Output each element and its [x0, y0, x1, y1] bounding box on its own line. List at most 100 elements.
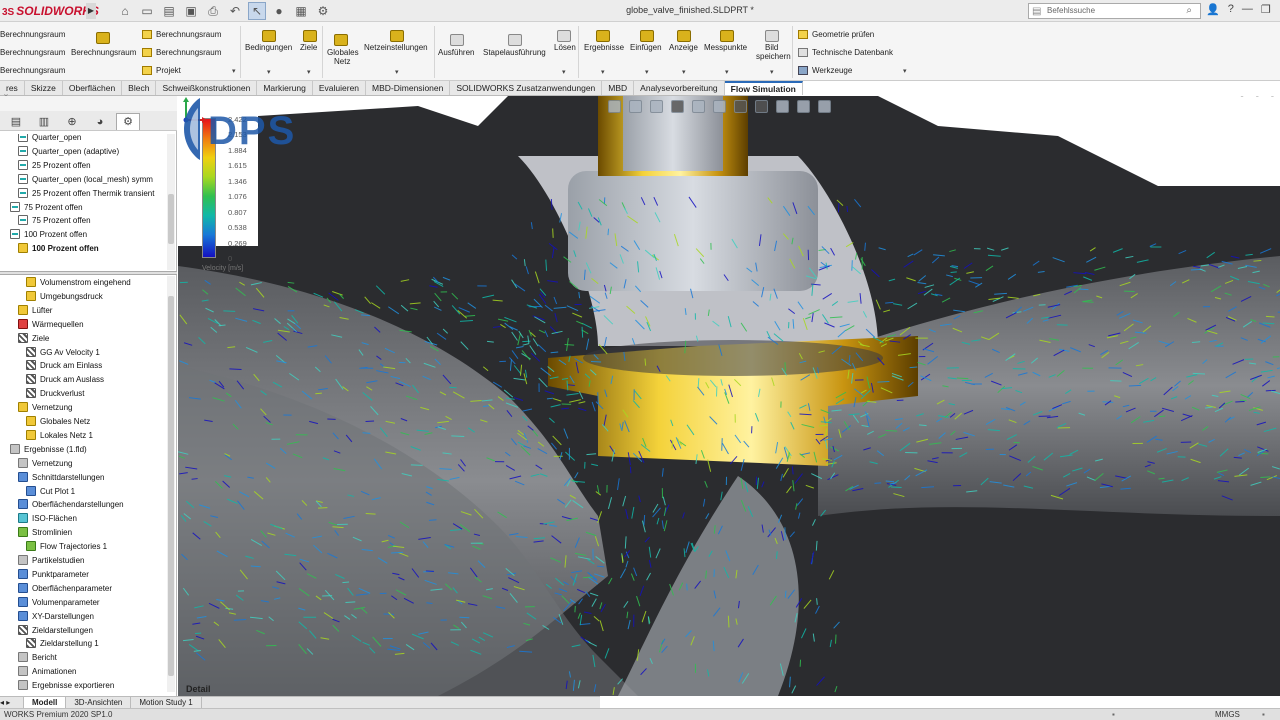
- results-icon[interactable]: [596, 30, 610, 42]
- graphics-area[interactable]: ▫ ▫ ▫ 2.422 2.153 1.884 1.615 1.346 1.07…: [178, 96, 1280, 696]
- options-gear-icon[interactable]: ⚙: [314, 2, 332, 20]
- ribbon-speichern[interactable]: speichern: [756, 52, 791, 61]
- property-manager-tab-icon[interactable]: ▥: [32, 113, 56, 130]
- solidworks-logo[interactable]: 3S SOLIDWORKS: [0, 3, 99, 19]
- tree-item[interactable]: Ergebnisse exportieren: [18, 679, 114, 692]
- ribbon-messpunkte[interactable]: Messpunkte: [704, 43, 747, 52]
- ribbon-projekt[interactable]: Projekt: [142, 66, 181, 76]
- tree-item[interactable]: Wärmequellen: [18, 318, 84, 331]
- ribbon-geometrie-pruefen[interactable]: Geometrie prüfen: [798, 30, 874, 40]
- tree-item[interactable]: Partikelstudien: [18, 554, 84, 567]
- tree-item[interactable]: 75 Prozent offen: [10, 201, 83, 214]
- tab-markierung[interactable]: Markierung: [257, 81, 313, 95]
- einfuegen-dropdown-icon[interactable]: ▾: [645, 68, 649, 76]
- werkzeuge-dropdown-icon[interactable]: ▾: [903, 67, 907, 75]
- flow-analysis-tree-tab-icon[interactable]: ⚙: [116, 113, 140, 130]
- tree-item[interactable]: Animationen: [18, 665, 76, 678]
- solve-icon[interactable]: [557, 30, 571, 42]
- view-orientation-icon[interactable]: [713, 100, 726, 113]
- viewport-tile-icon[interactable]: ▫: [1256, 96, 1259, 100]
- rebuild-icon[interactable]: ●: [270, 2, 288, 20]
- tree-item[interactable]: Vernetzung: [18, 401, 72, 414]
- tree-item[interactable]: Umgebungsdruck: [26, 290, 103, 303]
- run-icon[interactable]: [450, 34, 464, 46]
- ribbon-bild[interactable]: Bild: [765, 43, 778, 52]
- tree-item[interactable]: Volumenstrom eingehend: [26, 276, 131, 289]
- ribbon-ausfuehren[interactable]: Ausführen: [438, 48, 474, 57]
- tree-item[interactable]: XY-Darstellungen: [18, 610, 94, 623]
- configuration-manager-tab-icon[interactable]: ⊕: [60, 113, 84, 130]
- tab-mbd[interactable]: MBD: [602, 81, 635, 95]
- ribbon-einfuegen[interactable]: Einfügen: [630, 43, 662, 52]
- batch-run-icon[interactable]: [508, 34, 522, 46]
- search-icon[interactable]: ⌕: [1186, 4, 1192, 18]
- tree-item[interactable]: Oberflächenparameter: [18, 582, 112, 595]
- ribbon-werkzeuge[interactable]: Werkzeuge: [798, 66, 852, 76]
- ribbon-berechnungsraum-1[interactable]: Berechnungsraum: [0, 30, 65, 39]
- tree-item[interactable]: Punktparameter: [18, 568, 89, 581]
- print-icon[interactable]: ⎙: [204, 2, 222, 20]
- tree-item[interactable]: Ziele: [18, 332, 49, 345]
- tree-item[interactable]: GG Av Velocity 1: [26, 346, 100, 359]
- zoom-area-icon[interactable]: [629, 100, 642, 113]
- tab-3d-ansichten[interactable]: 3D-Ansichten: [66, 697, 132, 708]
- tree-item[interactable]: Volumenparameter: [18, 596, 100, 609]
- tree-item[interactable]: Quarter_open (adaptive): [18, 145, 119, 158]
- select-cursor-icon[interactable]: ↖: [248, 2, 266, 20]
- minimize-icon[interactable]: —: [1242, 3, 1253, 16]
- analysis-scrollbar[interactable]: [167, 276, 175, 692]
- tree-item[interactable]: Schnittdarstellungen: [18, 471, 105, 484]
- ribbon-ziele[interactable]: Ziele: [300, 43, 317, 52]
- section-view-icon[interactable]: [671, 100, 684, 113]
- ribbon-globales[interactable]: Globales: [327, 48, 359, 57]
- ribbon-berechnungsraum-2[interactable]: Berechnungsraum: [0, 48, 65, 57]
- tab-blech[interactable]: Blech: [122, 81, 157, 95]
- tab-zusatzanwendungen[interactable]: SOLIDWORKS Zusatzanwendungen: [450, 81, 603, 95]
- tab-flow-simulation[interactable]: Flow Simulation: [724, 81, 803, 95]
- tree-item[interactable]: Quarter_open (local_mesh) symm: [18, 173, 153, 186]
- conditions-icon[interactable]: [262, 30, 276, 42]
- tree-item[interactable]: Cut Plot 1: [26, 485, 75, 498]
- open-folder-icon[interactable]: ▤: [160, 2, 178, 20]
- tree-item[interactable]: Lüfter: [18, 304, 52, 317]
- ribbon-netz[interactable]: Netz: [334, 57, 350, 66]
- tree-item[interactable]: Zieldarstellungen: [18, 624, 93, 637]
- feature-manager-tab-icon[interactable]: ▤: [4, 113, 28, 130]
- tree-item[interactable]: Quarter_open: [18, 134, 81, 144]
- messpunkte-dropdown-icon[interactable]: ▾: [725, 68, 729, 76]
- tab-mbd-dimensionen[interactable]: MBD-Dimensionen: [366, 81, 451, 95]
- command-search-input[interactable]: ▤ Befehlssuche ⌕: [1028, 3, 1201, 19]
- ribbon-ergebnisse[interactable]: Ergebnisse: [584, 43, 624, 52]
- tree-item[interactable]: Druckverlust: [26, 387, 84, 400]
- tree-item[interactable]: Druck am Auslass: [26, 373, 104, 386]
- previous-view-icon[interactable]: [650, 100, 663, 113]
- apply-scene-icon[interactable]: [797, 100, 810, 113]
- tab-analysevorbereitung[interactable]: Analysevorbereitung: [634, 81, 725, 95]
- loesen-dropdown-icon[interactable]: ▾: [562, 68, 566, 76]
- undo-icon[interactable]: ↶: [226, 2, 244, 20]
- menu-expand-arrow-icon[interactable]: ▶: [86, 3, 96, 19]
- tree-item[interactable]: ISO-Flächen: [18, 512, 77, 525]
- tab-scroll-arrows[interactable]: ◂ ▸: [0, 697, 24, 708]
- tree-item[interactable]: Vernetzung: [18, 457, 72, 470]
- ziele-dropdown-icon[interactable]: ▾: [307, 68, 311, 76]
- dynamic-annotation-icon[interactable]: [692, 100, 705, 113]
- units-indicator[interactable]: MMGS: [1215, 710, 1240, 719]
- computational-domain-icon[interactable]: [96, 32, 110, 44]
- zoom-to-fit-icon[interactable]: [608, 100, 621, 113]
- viewport-restore-icon[interactable]: ▫: [1240, 96, 1243, 100]
- ribbon-berechnungsraum-big[interactable]: Berechnungsraum: [71, 48, 136, 57]
- ribbon-loesen[interactable]: Lösen: [554, 43, 576, 52]
- ribbon-netzeinstellungen[interactable]: Netzeinstellungen: [364, 43, 428, 52]
- display-icon[interactable]: [677, 30, 691, 42]
- tree-item[interactable]: Bericht: [18, 651, 57, 664]
- file-properties-icon[interactable]: ▦: [292, 2, 310, 20]
- tree-item[interactable]: Zieldarstellung 1: [26, 637, 99, 650]
- save-icon[interactable]: ▣: [182, 2, 200, 20]
- tab-oberflaechen[interactable]: Oberflächen: [63, 81, 123, 95]
- tab-skizze[interactable]: Skizze: [25, 81, 63, 95]
- display-style-icon[interactable]: [734, 100, 747, 113]
- anzeige-dropdown-icon[interactable]: ▾: [682, 68, 686, 76]
- hide-show-items-icon[interactable]: [755, 100, 768, 113]
- tree-item[interactable]: 100 Prozent offen: [18, 242, 99, 255]
